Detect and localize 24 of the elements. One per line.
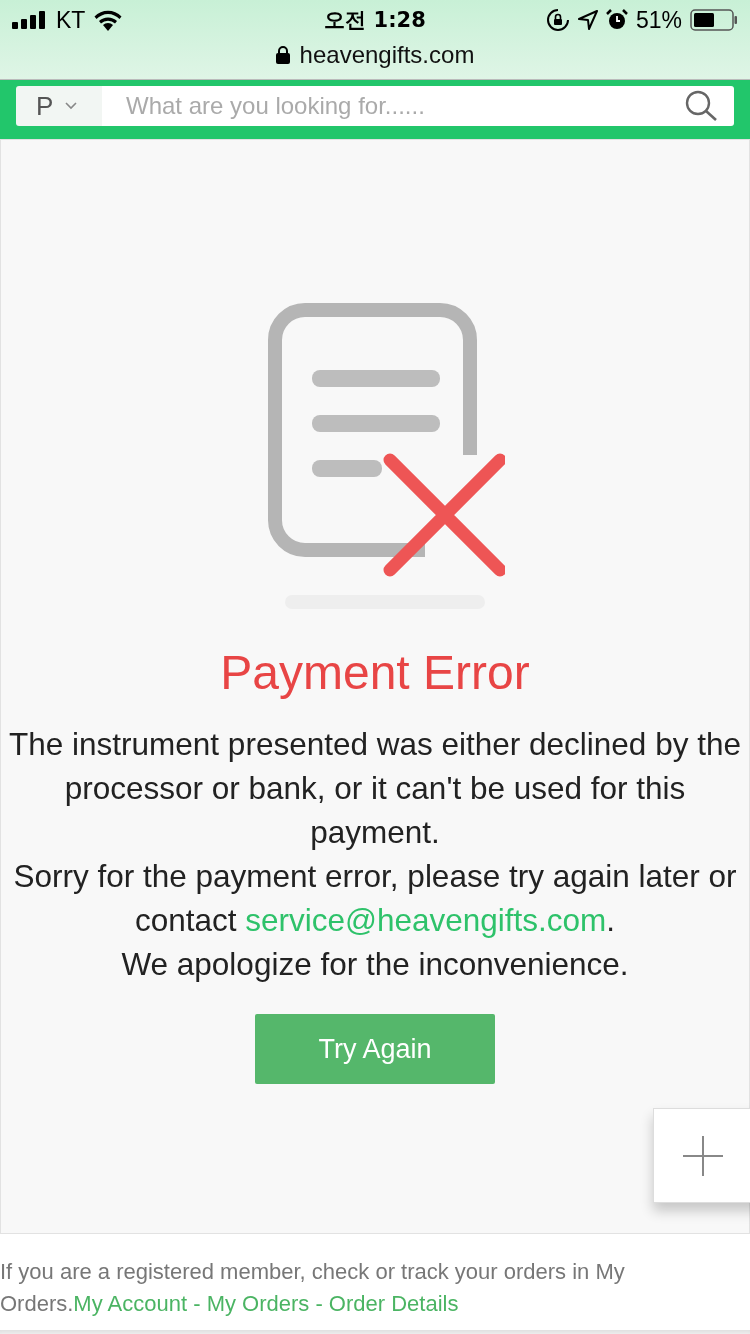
alarm-clock-icon [605, 9, 628, 31]
plus-icon [682, 1134, 724, 1177]
rotation-lock-icon [545, 8, 570, 32]
carrier-name: KT [56, 6, 86, 34]
search-field[interactable]: What are you looking for...... [102, 86, 684, 126]
footer-note: If you are a registered member, check or track your orders in My Orders.My Account - My Orders - Order Details [0, 1258, 626, 1318]
orders-link[interactable]: My Account - My Orders - Order Details [73, 1291, 459, 1316]
search-icon[interactable] [684, 86, 734, 126]
battery-percent: 51% [635, 6, 682, 34]
try-again-button[interactable]: Try Again [255, 1014, 495, 1084]
wifi-icon [93, 9, 124, 31]
error-message: The instrument presented was either declined by the processor or bank, or it can't be used for this payment. [8, 725, 742, 852]
email-link[interactable]: service@heavengifts.com [245, 902, 607, 938]
error-title: Payment Error [220, 645, 530, 700]
lock-icon [275, 46, 290, 64]
signal-icon [12, 11, 48, 29]
location-arrow-icon [577, 10, 598, 30]
category-dropdown[interactable]: P [16, 86, 102, 126]
closing-message: We apologize for the inconvenience. [120, 945, 630, 984]
caret-icon [65, 102, 78, 110]
page-url[interactable]: heavengifts.com [299, 41, 475, 69]
apology-message: Sorry for the payment error, please try again later or contact service@heavengifts.com. [12, 857, 738, 940]
clock-time: 오전 1:28 [324, 7, 426, 34]
battery-icon [690, 9, 738, 31]
